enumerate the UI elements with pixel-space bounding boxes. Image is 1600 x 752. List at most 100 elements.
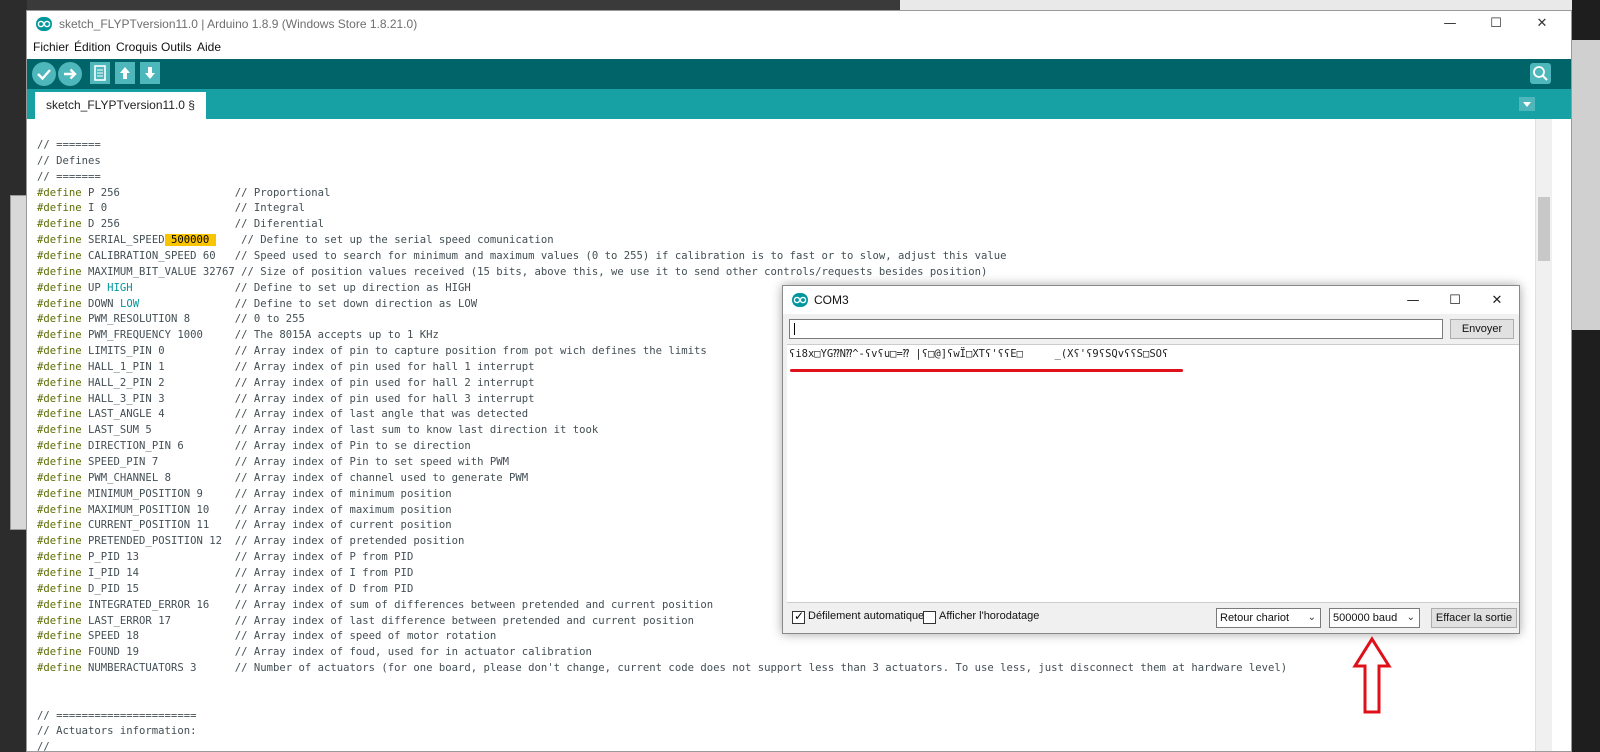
menu-outils[interactable]: Outils [161,40,192,54]
code-token: PWM_FREQUENCY 1000 [81,329,235,342]
arrow-up-icon [120,67,130,79]
code-token: // Array index of P from PID [234,551,414,564]
editor-scrollbar[interactable] [1535,119,1552,751]
code-line: #define I 0 // Integral [37,200,305,216]
arrow-down-icon [145,67,155,79]
code-token: // Define to set up the serial speed com… [215,234,554,247]
timestamp-checkbox[interactable] [923,611,936,624]
window-title: sketch_FLYPTversion11.0 | Arduino 1.8.9 … [59,17,418,31]
code-token: // Array index of pin used for hall 2 in… [234,376,535,389]
code-line: #define NUMBERACTUATORS 3 // Number of a… [37,660,1287,676]
new-sketch-button[interactable] [90,62,110,84]
serial-bottom-bar: ✓ Défilement automatique Afficher l'horo… [783,604,1519,634]
code-line: #define PWM_FREQUENCY 1000 // The 8015A … [37,327,439,343]
tab-sketch[interactable]: sketch_FLYPTversion11.0 § [35,92,206,119]
scrollbar-thumb[interactable] [1538,197,1550,261]
clear-output-button[interactable]: Effacer la sortie [1431,608,1517,628]
code-token: DIRECTION_PIN 6 [81,440,235,453]
serial-output[interactable]: ʕi8x□YG⁇N⁇^-ʕvʕu□=⁇ |ʕ□@]ʕwÏ□XTʕ'ʕʕE□ _(… [787,344,1519,603]
baud-rate-select[interactable]: 500000 baud ⌄ [1329,608,1420,628]
code-token: I_PID 14 [81,566,235,579]
autoscroll-checkbox[interactable]: ✓ [792,609,805,624]
code-token: #define [37,345,82,358]
tab-menu-button[interactable] [1519,97,1535,111]
close-button[interactable]: ✕ [1519,13,1565,35]
code-token: SPEED 18 [81,630,235,643]
code-token: #define [37,360,82,373]
code-token: // Speed used to search for minimum and … [234,249,1007,262]
code-token: // Array index of Pin to se direction [234,440,471,453]
code-line: #define CALIBRATION_SPEED 60 // Speed us… [37,248,1006,264]
code-line: #define INTEGRATED_ERROR 16 // Array ind… [37,597,713,613]
code-token: D_PID 15 [81,582,235,595]
code-line: #define PRETENDED_POSITION 12 // Array i… [37,533,464,549]
chevron-down-icon: ⌄ [1406,612,1415,623]
send-input[interactable] [789,319,1443,339]
serial-monitor-button[interactable] [1530,63,1551,84]
code-line: #define FOUND 19 // Array index of foud,… [37,644,592,660]
check-icon: ✓ [794,609,805,623]
menu-fichier[interactable]: Fichier [33,40,69,54]
text-caret [794,323,795,335]
serial-monitor-title: COM3 [814,293,849,307]
code-token: SERIAL_SPEED [81,234,165,247]
minimize-button[interactable]: — [1427,13,1473,35]
line-ending-select[interactable]: Retour chariot ⌄ [1216,608,1321,628]
code-token: #define [37,487,82,500]
code-token: DOWN [81,297,120,310]
code-token: LIMITS_PIN 0 [81,345,235,358]
code-token: // Array index of pin used for hall 1 in… [234,360,535,373]
upload-button[interactable] [58,62,82,86]
toolbar [27,59,1571,89]
serial-monitor-title-bar: COM3 — ☐ ✕ [783,286,1519,314]
serial-monitor-window: COM3 — ☐ ✕ Envoyer ʕi8x□YG⁇N⁇^-ʕvʕu□=⁇ |… [782,285,1520,634]
serial-minimize-button[interactable]: — [1393,290,1433,312]
tab-bar: sketch_FLYPTversion11.0 § [27,89,1571,119]
serial-close-button[interactable]: ✕ [1477,290,1517,312]
code-token: #define [37,408,82,421]
maximize-button[interactable]: ☐ [1473,13,1519,35]
code-line: #define SPEED_PIN 7 // Array index of Pi… [37,454,509,470]
code-token: // Array index of sum of differences bet… [234,598,714,611]
verify-button[interactable] [32,62,56,86]
code-token: // Proportional [234,186,331,199]
serial-maximize-button[interactable]: ☐ [1435,290,1475,312]
code-token: NUMBERACTUATORS 3 [81,662,235,675]
code-token: CURRENT_POSITION 11 [81,519,235,532]
code-line: // ======= [37,137,101,153]
save-sketch-button[interactable] [140,62,160,84]
open-sketch-button[interactable] [115,62,135,84]
code-token: // Array index of minimum position [234,487,452,500]
code-token: // Array index of last sum to know last … [234,424,599,437]
menu-croquis[interactable]: Croquis [116,40,157,54]
triangle-down-icon [1523,102,1531,107]
code-token: #define [37,313,82,326]
code-line: // ====================== [37,708,196,724]
code-token: // 0 to 255 [234,313,305,326]
code-token: // Array index of pretended position [234,535,465,548]
code-token: #define [37,218,82,231]
code-line: #define SPEED 18 // Array index of speed… [37,628,496,644]
background-window-edge [10,195,27,530]
code-token: // Array index of pin to capture positio… [234,345,707,358]
code-token: // Number of actuators (for one board, p… [234,662,1288,675]
arrow-right-icon [64,68,77,80]
menu-aide[interactable]: Aide [197,40,221,54]
code-token: LAST_ERROR 17 [81,614,235,627]
code-token: #define [37,456,82,468]
code-token: D 256 [81,218,235,231]
line-ending-value: Retour chariot [1220,612,1290,624]
send-button[interactable]: Envoyer [1450,319,1514,339]
code-token: // Define to set down direction as LOW [234,297,478,310]
code-token: #define [37,265,82,278]
code-token: #define [37,519,82,532]
code-token: // Array index of channel used to genera… [234,471,529,484]
code-line: #define MINIMUM_POSITION 9 // Array inde… [37,486,452,502]
menu-edition[interactable]: Édition [74,40,111,54]
code-token: #define [37,503,82,516]
code-token: SPEED_PIN 7 [81,456,235,468]
code-token: // Array index of foud, used for in actu… [234,646,592,659]
code-token: #define [37,614,82,627]
code-token: I 0 [81,202,235,215]
code-token: // Array index of speed of motor rotatio… [234,630,497,643]
